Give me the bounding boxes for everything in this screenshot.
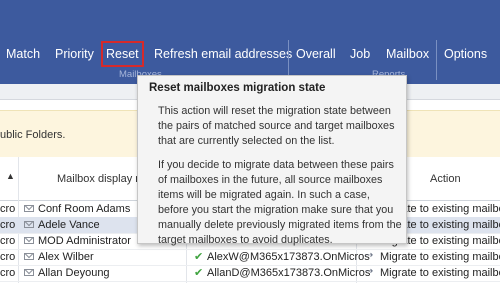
- row-display-name: MOD Administrator: [38, 235, 131, 247]
- refresh-email-addresses-button[interactable]: Refresh email addresses: [154, 46, 292, 62]
- overall-report-button[interactable]: Overall: [296, 46, 336, 62]
- reset-tooltip: Reset mailboxes migration state This act…: [137, 75, 407, 246]
- job-report-button[interactable]: Job: [350, 46, 370, 62]
- column-header-action[interactable]: Action: [430, 173, 461, 185]
- tooltip-paragraph: If you decide to migrate data between th…: [158, 159, 402, 246]
- mail-icon: [24, 205, 34, 212]
- mail-icon: [24, 237, 34, 244]
- mail-icon: [24, 253, 34, 260]
- migrate-arrow-icon: ⇢: [365, 266, 374, 277]
- row-display-name: Alex Wilber: [38, 251, 94, 263]
- tooltip-paragraph: This action will reset the migration sta…: [158, 105, 395, 147]
- row-source-prefix: cro: [0, 203, 16, 215]
- row-source-prefix: cro: [0, 251, 16, 263]
- ribbon-toolbar: Match Priority Reset Refresh email addre…: [0, 0, 500, 84]
- check-icon: ✔: [194, 267, 204, 279]
- row-display-name: Allan Deyoung: [38, 267, 110, 279]
- column-header-display-name[interactable]: Mailbox display na: [57, 173, 148, 185]
- mail-icon: [24, 269, 34, 276]
- row-source-prefix: cro: [0, 235, 16, 247]
- mail-icon: [24, 221, 34, 228]
- row-display-name: Conf Room Adams: [38, 203, 131, 215]
- tooltip-title: Reset mailboxes migration state: [149, 82, 326, 94]
- row-action: Migrate to existing mailbo: [380, 267, 500, 279]
- row-target-address: AllanD@M365x173873.OnMicros: [207, 267, 371, 279]
- mailbox-report-button[interactable]: Mailbox: [386, 46, 429, 62]
- tooltip-body: This action will reset the migration sta…: [158, 104, 402, 257]
- row-source-prefix: cro: [0, 267, 16, 279]
- priority-button[interactable]: Priority: [55, 46, 94, 62]
- row-source-prefix: cro: [0, 219, 16, 231]
- reset-button[interactable]: Reset: [101, 41, 144, 67]
- ribbon-separator: [288, 40, 289, 80]
- ribbon-separator: [436, 40, 437, 80]
- options-button[interactable]: Options: [444, 46, 487, 62]
- table-row[interactable]: cro Allan Deyoung ✔ AllanD@M365x173873.O…: [0, 265, 500, 282]
- info-text: ublic Folders.: [0, 129, 66, 141]
- match-button[interactable]: Match: [6, 46, 40, 62]
- sort-up-icon[interactable]: ▲: [6, 171, 15, 181]
- row-display-name: Adele Vance: [38, 219, 100, 231]
